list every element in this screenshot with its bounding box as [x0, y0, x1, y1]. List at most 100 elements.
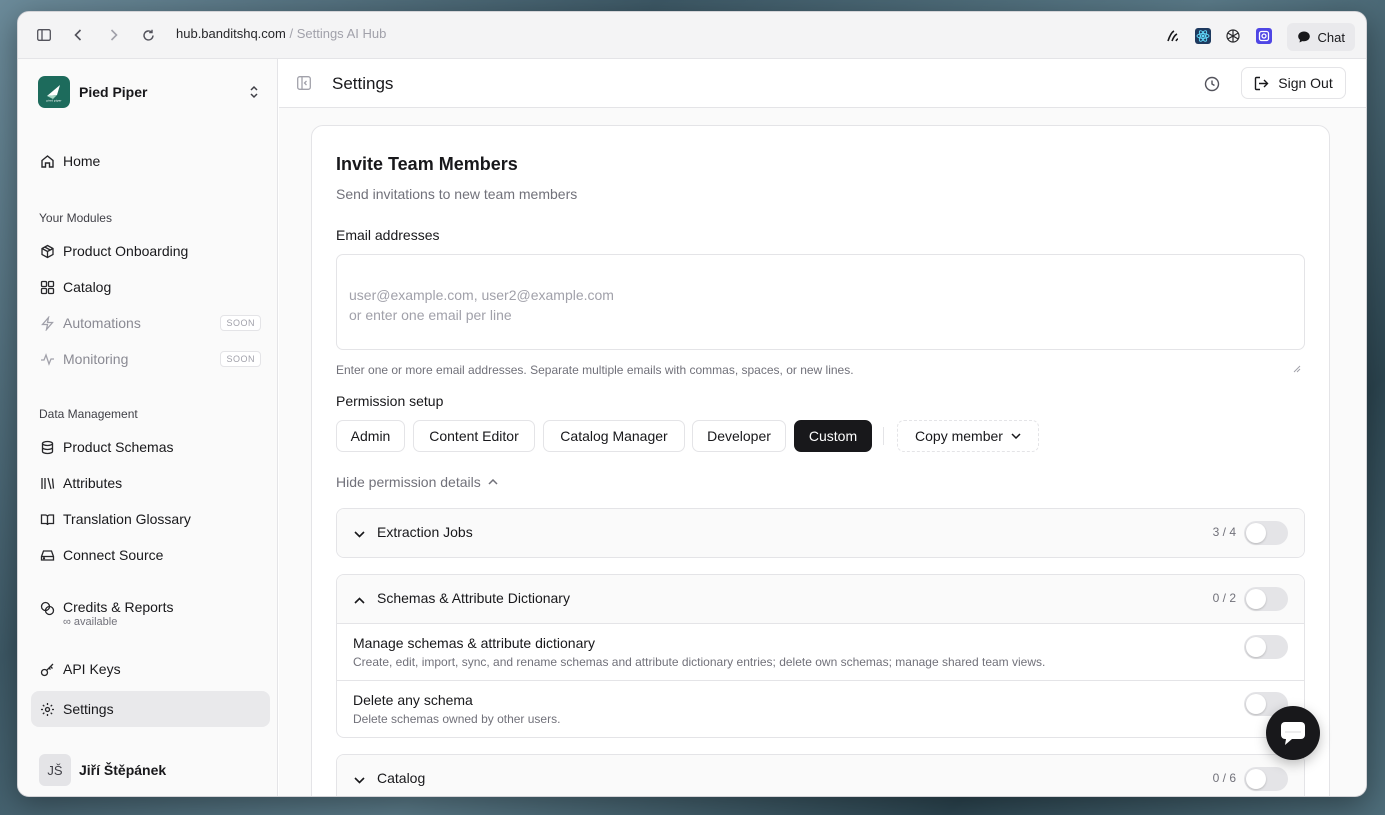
sidebar-item-translation-glossary[interactable]: Translation Glossary	[31, 501, 270, 537]
forward-icon[interactable]	[105, 26, 123, 44]
browser-window: hub.banditshq.com / Settings AI Hub Chat…	[17, 11, 1367, 797]
url-page: Settings AI Hub	[296, 26, 387, 41]
group-toggle[interactable]	[1244, 587, 1288, 611]
hide-details-label: Hide permission details	[336, 474, 481, 490]
chat-bubble-icon	[1297, 31, 1310, 43]
credits-available: ∞ available	[63, 616, 118, 628]
role-admin-button[interactable]: Admin	[336, 420, 405, 452]
extension-script-icon[interactable]	[1165, 28, 1181, 44]
sidebar-item-connect-source[interactable]: Connect Source	[31, 537, 270, 573]
sidebar-item-api-keys[interactable]: API Keys	[31, 651, 270, 687]
email-hint: Enter one or more email addresses. Separ…	[336, 363, 854, 377]
copy-member-dropdown[interactable]: Copy member	[897, 420, 1039, 452]
extension-react-icon[interactable]	[1195, 28, 1211, 44]
permission-row: Delete any schema Delete schemas owned b…	[337, 680, 1304, 737]
activity-icon	[39, 351, 55, 367]
sidebar-item-product-schemas[interactable]: Product Schemas	[31, 429, 270, 465]
back-icon[interactable]	[69, 26, 87, 44]
group-toggle[interactable]	[1244, 767, 1288, 791]
org-switcher[interactable]: pied piper Pied Piper	[38, 76, 147, 108]
url-host: hub.banditshq.com	[176, 26, 286, 41]
permission-toggle[interactable]	[1244, 635, 1288, 659]
sidebar-item-label: Translation Glossary	[63, 511, 191, 527]
package-icon	[39, 243, 55, 259]
soon-badge: SOON	[220, 315, 261, 331]
hide-permission-details-toggle[interactable]: Hide permission details	[336, 474, 498, 490]
chevron-up-icon	[488, 479, 498, 485]
user-menu[interactable]: JŠ Jiří Štěpánek	[39, 754, 166, 786]
invite-subtitle: Send invitations to new team members	[336, 186, 578, 202]
credits-text: Credits & Reports ∞ available	[63, 599, 173, 628]
permission-description: Delete schemas owned by other users.	[353, 712, 561, 726]
zap-icon	[39, 315, 55, 331]
chevron-down-icon	[354, 771, 365, 789]
sidebar-item-monitoring[interactable]: Monitoring SOON	[31, 341, 270, 377]
org-name: Pied Piper	[79, 84, 148, 100]
address-bar[interactable]: hub.banditshq.com / Settings AI Hub	[176, 26, 386, 41]
sidebar-toggle-icon[interactable]	[35, 26, 53, 44]
group-count: 0 / 6	[1212, 771, 1236, 785]
sidebar-item-credits-reports[interactable]: Credits & Reports ∞ available	[31, 593, 270, 637]
history-icon[interactable]	[1204, 76, 1220, 97]
log-out-icon	[1255, 76, 1269, 90]
coins-icon	[39, 600, 55, 616]
section-label-modules: Your Modules	[39, 211, 112, 225]
section-label-data-management: Data Management	[39, 407, 138, 421]
url-separator: /	[285, 26, 297, 41]
permission-group-catalog: Catalog 0 / 6	[336, 754, 1305, 796]
sidebar-item-label: Product Schemas	[63, 439, 174, 455]
page-header: Settings Sign Out	[279, 59, 1366, 108]
sidebar-item-label: Monitoring	[63, 351, 129, 367]
invite-title: Invite Team Members	[336, 154, 518, 174]
message-icon	[1281, 722, 1305, 745]
browser-chat-button[interactable]: Chat	[1286, 23, 1355, 51]
role-catalog-manager-button[interactable]: Catalog Manager	[543, 420, 685, 452]
group-header[interactable]: Schemas & Attribute Dictionary 0 / 2	[337, 575, 1304, 623]
sidebar-item-automations[interactable]: Automations SOON	[31, 305, 270, 341]
email-label: Email addresses	[336, 227, 440, 243]
role-content-editor-button[interactable]: Content Editor	[413, 420, 535, 452]
sidebar-item-home[interactable]: Home	[31, 143, 270, 179]
sidebar-item-label: Attributes	[63, 475, 123, 491]
group-title: Schemas & Attribute Dictionary	[377, 590, 570, 606]
group-header[interactable]: Extraction Jobs 3 / 4	[337, 509, 1304, 557]
panel-left-icon[interactable]	[297, 76, 311, 95]
chevrons-up-down-icon[interactable]	[249, 85, 259, 104]
sidebar-item-label: Connect Source	[63, 547, 164, 563]
sidebar-item-label: Catalog	[63, 279, 112, 295]
support-chat-button[interactable]	[1266, 706, 1320, 760]
main-content: Settings Sign Out Invite Team Members Se…	[279, 59, 1366, 796]
avatar: JŠ	[39, 754, 71, 786]
email-addresses-input[interactable]: user@example.com, user2@example.com or e…	[336, 254, 1305, 373]
role-developer-button[interactable]: Developer	[692, 420, 786, 452]
role-custom-button[interactable]: Custom	[794, 420, 872, 452]
reload-icon[interactable]	[139, 26, 157, 44]
group-count: 3 / 4	[1212, 525, 1236, 539]
browser-toolbar: hub.banditshq.com / Settings AI Hub Chat	[18, 12, 1366, 59]
sign-out-button[interactable]: Sign Out	[1241, 67, 1346, 99]
sidebar: pied piper Pied Piper Home Your Modules …	[18, 59, 278, 796]
resize-handle-icon[interactable]	[1293, 338, 1301, 373]
chevron-down-icon	[354, 525, 365, 543]
permission-title: Manage schemas & attribute dictionary	[353, 635, 596, 651]
permission-description: Create, edit, import, sync, and rename s…	[353, 655, 1046, 669]
group-header[interactable]: Catalog 0 / 6	[337, 755, 1304, 796]
sidebar-item-catalog[interactable]: Catalog	[31, 269, 270, 305]
email-placeholder: user@example.com, user2@example.com or e…	[349, 287, 614, 323]
permission-row: Manage schemas & attribute dictionary Cr…	[337, 623, 1304, 680]
sidebar-item-settings[interactable]: Settings	[31, 691, 270, 727]
sidebar-item-attributes[interactable]: Attributes	[31, 465, 270, 501]
permission-group-extraction-jobs: Extraction Jobs 3 / 4	[336, 508, 1305, 558]
library-icon	[39, 475, 55, 491]
extension-devtools-icon[interactable]	[1256, 28, 1272, 44]
chevron-down-icon	[1011, 433, 1021, 439]
gear-icon	[39, 701, 55, 717]
permission-setup-label: Permission setup	[336, 393, 444, 409]
extension-openai-icon[interactable]	[1225, 28, 1241, 44]
permission-group-schemas: Schemas & Attribute Dictionary 0 / 2 Man…	[336, 574, 1305, 738]
sidebar-item-product-onboarding[interactable]: Product Onboarding	[31, 233, 270, 269]
group-toggle[interactable]	[1244, 521, 1288, 545]
user-name: Jiří Štěpánek	[79, 762, 167, 778]
sidebar-item-label: Credits & Reports	[63, 599, 174, 615]
sidebar-item-label: Automations	[63, 315, 141, 331]
